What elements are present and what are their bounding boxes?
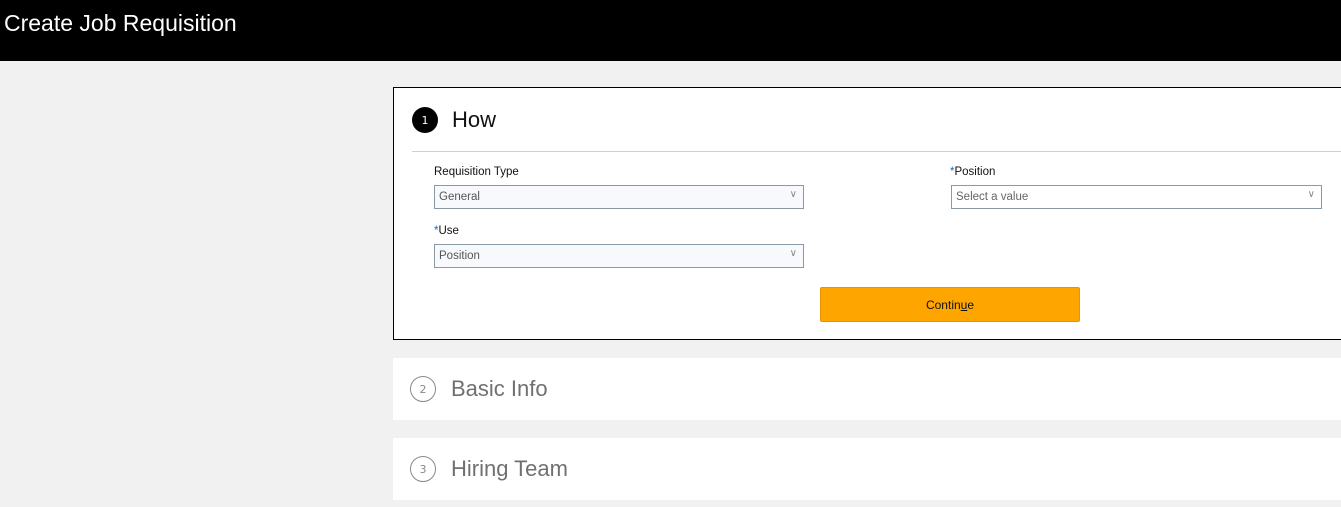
step-title: How bbox=[452, 107, 497, 132]
divider bbox=[412, 151, 1341, 152]
use-value: Position bbox=[439, 250, 480, 262]
chevron-down-icon[interactable]: ∨ bbox=[790, 189, 797, 200]
requisition-type-value: General bbox=[439, 191, 480, 203]
use-select[interactable]: Position ∨ bbox=[434, 244, 804, 268]
position-placeholder: Select a value bbox=[956, 191, 1029, 203]
step-hiring-team-panel[interactable]: 3 Hiring Team bbox=[393, 438, 1341, 500]
position-label-text: Position bbox=[954, 166, 996, 178]
step-title: Basic Info bbox=[451, 376, 548, 401]
step-title: Hiring Team bbox=[451, 456, 568, 481]
page-header: Create Job Requisition bbox=[0, 0, 1341, 61]
page-title: Create Job Requisition bbox=[4, 10, 237, 36]
continue-label-end: e bbox=[967, 297, 975, 312]
continue-button[interactable]: Contin u e bbox=[820, 287, 1080, 322]
step-basic-info-panel[interactable]: 2 Basic Info bbox=[393, 358, 1341, 420]
chevron-down-icon[interactable]: ∨ bbox=[1308, 189, 1315, 200]
use-label: *Use bbox=[434, 225, 459, 237]
use-label-text: Use bbox=[438, 225, 459, 237]
step-number-badge: 3 bbox=[410, 456, 436, 482]
step-how-panel: 1 How Requisition Type General ∨ *Use Po… bbox=[393, 87, 1341, 340]
requisition-type-label: Requisition Type bbox=[434, 166, 519, 178]
requisition-type-select[interactable]: General ∨ bbox=[434, 185, 804, 209]
continue-label: Contin bbox=[925, 297, 961, 312]
step-number-badge: 1 bbox=[412, 107, 438, 133]
continue-accesskey: u bbox=[960, 297, 968, 312]
step-number-badge: 2 bbox=[410, 376, 436, 402]
position-label: *Position bbox=[950, 166, 995, 178]
position-select[interactable]: Select a value ∨ bbox=[951, 185, 1322, 209]
chevron-down-icon[interactable]: ∨ bbox=[790, 248, 797, 259]
